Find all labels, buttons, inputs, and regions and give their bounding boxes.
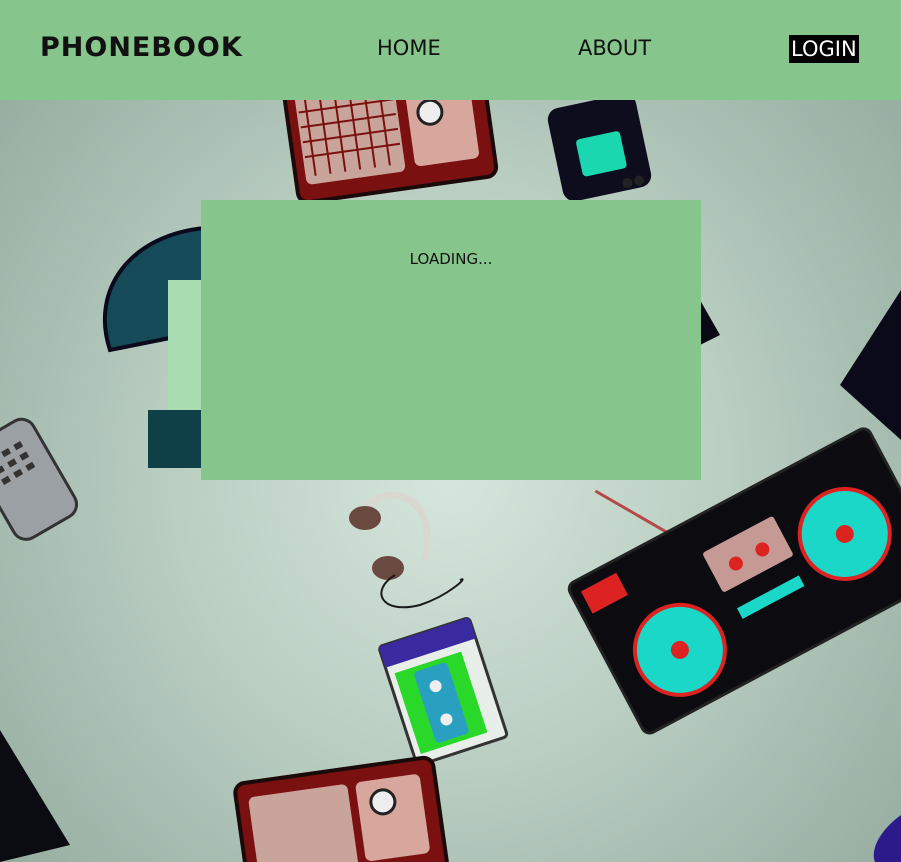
nav-login-link[interactable]: LOGIN	[789, 35, 859, 63]
brand-logo[interactable]: PHONEBOOK	[40, 32, 243, 63]
headphones-icon	[349, 491, 464, 609]
loading-status-text: LOADING...	[409, 250, 493, 268]
cassette-player-icon	[378, 617, 509, 767]
handheld-game-icon	[547, 93, 652, 202]
nav-home-link[interactable]: HOME	[377, 36, 441, 60]
nav-about-link[interactable]: ABOUT	[578, 36, 651, 60]
cordless-phone-icon	[0, 417, 79, 541]
loading-card: LOADING...	[201, 200, 701, 480]
page: PHONEBOOK HOME ABOUT LOGIN LOADING...	[0, 0, 901, 862]
retro-radio-icon	[233, 755, 450, 862]
navbar: PHONEBOOK HOME ABOUT LOGIN	[0, 0, 901, 100]
